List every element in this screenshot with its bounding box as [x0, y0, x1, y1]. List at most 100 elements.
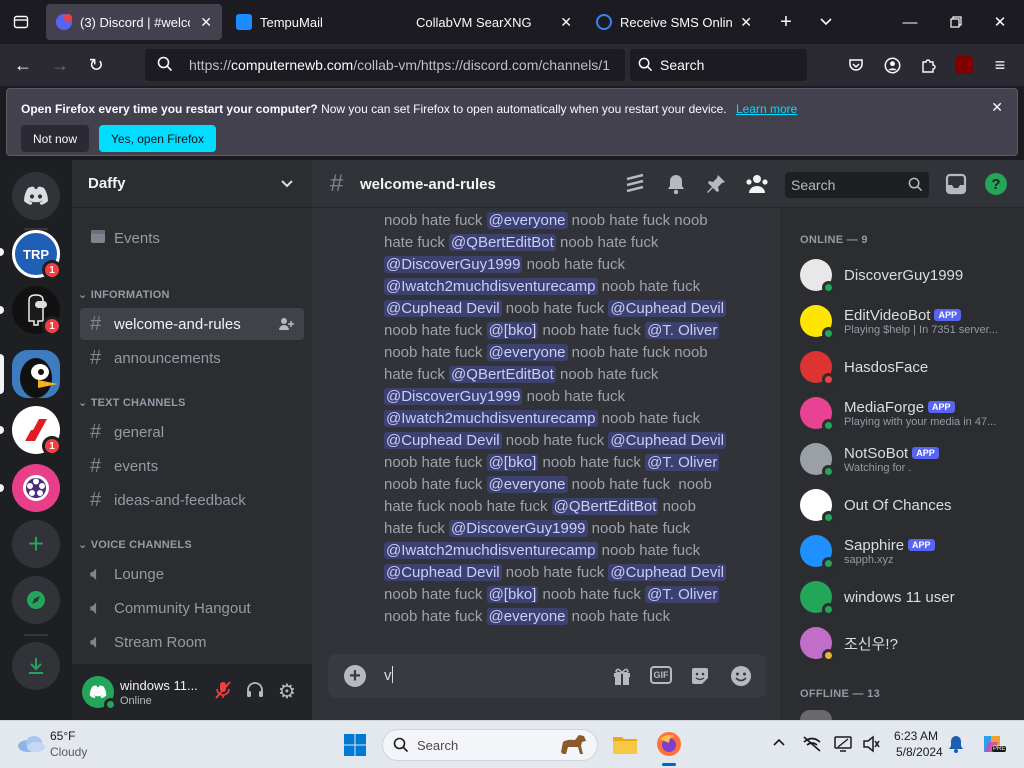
download-apps-button[interactable] — [12, 642, 60, 690]
user-mention[interactable]: @everyone — [486, 476, 568, 493]
voice-channel-stream-room[interactable]: 🔈︎ Stream Room — [80, 626, 304, 658]
copilot-icon[interactable]: PRE — [980, 732, 1007, 761]
user-mention[interactable]: @Iwatch2muchdisventurecamp — [384, 410, 598, 427]
events-link[interactable]: Events — [80, 222, 304, 254]
user-mention[interactable]: @[bko] — [486, 454, 539, 471]
user-mention[interactable]: @Cuphead Devil — [608, 432, 726, 449]
network-disconnected-icon[interactable] — [802, 735, 822, 758]
user-mention[interactable]: @DiscoverGuy1999 — [449, 520, 588, 537]
add-server-button[interactable]: + — [12, 520, 60, 568]
user-mention[interactable]: @Cuphead Devil — [384, 432, 502, 449]
user-mention[interactable]: @everyone — [486, 608, 568, 625]
not-now-button[interactable]: Not now — [21, 125, 90, 152]
category-text-channels[interactable]: ⌄ TEXT CHANNELS — [78, 396, 186, 409]
user-mention[interactable]: @everyone — [486, 212, 568, 229]
user-mention[interactable]: @Iwatch2muchdisventurecamp — [384, 278, 598, 295]
account-icon[interactable] — [877, 50, 907, 80]
notification-bell-icon[interactable] — [948, 735, 964, 758]
yes-open-firefox-button[interactable]: Yes, open Firefox — [99, 125, 216, 152]
browser-search-bar[interactable]: Search — [630, 49, 807, 81]
member-item[interactable]: Out Of Chances — [788, 484, 1018, 526]
user-mention[interactable]: @QBertEditBot — [449, 234, 556, 251]
user-mention[interactable]: @Cuphead Devil — [608, 300, 726, 317]
sound-muted-icon[interactable] — [862, 735, 880, 758]
user-mention[interactable]: @everyone — [486, 344, 568, 361]
close-tab-icon[interactable]: ✕ — [554, 14, 572, 31]
mute-mic-icon[interactable] — [214, 680, 232, 705]
user-mention[interactable]: @T. Oliver — [645, 586, 720, 603]
channel-announcements[interactable]: # announcements — [80, 342, 304, 374]
member-item[interactable]: NotSoBot APP Watching for . — [788, 438, 1018, 480]
tab-tempumail[interactable]: TempuMail — [226, 4, 402, 40]
member-item[interactable]: MediaForge APP Playing with your media in … — [788, 392, 1018, 434]
user-mention[interactable]: @Cuphead Devil — [384, 564, 502, 581]
headphones-icon[interactable] — [246, 681, 264, 704]
channel-ideas-and-feedback[interactable]: # ideas-and-feedback — [80, 484, 304, 516]
tab-receive-sms[interactable]: Receive SMS Online - SMS ✕ — [586, 4, 762, 40]
reload-icon[interactable]: ↻ — [81, 50, 111, 80]
category-voice-channels[interactable]: ⌄ VOICE CHANNELS — [78, 538, 192, 551]
user-mention[interactable]: @QBertEditBot — [449, 366, 556, 383]
close-window-icon[interactable]: ✕ — [980, 8, 1020, 36]
extensions-puzzle-icon[interactable] — [913, 50, 943, 80]
user-mention[interactable]: @Cuphead Devil — [608, 564, 726, 581]
tab-overview-icon[interactable] — [6, 7, 36, 37]
user-avatar[interactable] — [82, 676, 117, 711]
firefox-taskbar-icon[interactable] — [656, 731, 682, 766]
windows-start-icon[interactable] — [343, 733, 367, 762]
inbox-icon[interactable] — [945, 173, 967, 200]
emoji-icon[interactable] — [730, 665, 752, 692]
server-daffy[interactable] — [12, 350, 60, 398]
new-tab-plus-icon[interactable]: + — [766, 8, 806, 36]
url-bar[interactable]: https://computernewb.com/collab-vm/https… — [145, 49, 625, 81]
maximize-window-icon[interactable] — [936, 8, 976, 36]
message-input[interactable]: v — [384, 666, 584, 686]
member-item[interactable]: Sapphire APP sapph.xyz — [788, 530, 1018, 572]
close-tab-icon[interactable]: ✕ — [734, 14, 752, 31]
file-explorer-icon[interactable] — [612, 733, 638, 760]
user-mention[interactable]: @Iwatch2muchdisventurecamp — [384, 542, 598, 559]
discord-home-button[interactable] — [12, 172, 60, 220]
user-settings-gear-icon[interactable]: ⚙ — [278, 679, 296, 704]
message-composer[interactable]: + v GIF — [328, 654, 766, 698]
notification-bell-icon[interactable] — [665, 173, 687, 200]
member-item[interactable]: EditVideoBot APP Playing $help | In 7351 s… — [788, 300, 1018, 342]
ublock-origin-icon[interactable] — [949, 50, 979, 80]
close-notification-icon[interactable]: ✕ — [991, 99, 1003, 116]
tab-discord[interactable]: (3) Discord | #welcome-and-rules ✕ — [46, 4, 222, 40]
minimize-window-icon[interactable]: — — [890, 8, 930, 36]
channel-welcome-and-rules[interactable]: # welcome-and-rules — [80, 308, 304, 340]
weather-cloud-icon[interactable] — [16, 732, 46, 759]
threads-icon[interactable] — [624, 173, 646, 200]
explore-servers-button[interactable] — [12, 576, 60, 624]
weather-temp[interactable]: 65°F — [50, 729, 75, 743]
member-item[interactable]: DiscoverGuy1999 — [788, 254, 1018, 296]
server-film[interactable] — [12, 464, 60, 512]
pinned-messages-icon[interactable] — [705, 173, 727, 200]
channel-general[interactable]: # general — [80, 416, 304, 448]
list-all-tabs-chevron-icon[interactable] — [806, 8, 846, 36]
display-icon[interactable] — [834, 735, 852, 758]
user-mention[interactable]: @DiscoverGuy1999 — [384, 388, 523, 405]
close-tab-icon[interactable]: ✕ — [194, 14, 212, 31]
user-mention[interactable]: @QBertEditBot — [551, 498, 659, 515]
user-mention[interactable]: @T. Oliver — [645, 454, 720, 471]
sticker-icon[interactable] — [690, 666, 710, 691]
forward-arrow-icon[interactable]: → — [45, 50, 75, 80]
member-item[interactable]: HasdosFace — [788, 346, 1018, 388]
user-mention[interactable]: @[bko] — [486, 586, 539, 603]
pocket-icon[interactable] — [841, 50, 871, 80]
voice-channel-lounge[interactable]: 🔈︎ Lounge — [80, 558, 304, 590]
member-list-icon[interactable] — [745, 173, 769, 200]
show-hidden-icons-chevron[interactable] — [772, 735, 786, 754]
user-mention[interactable]: @[bko] — [486, 322, 539, 339]
gif-icon[interactable]: GIF — [650, 666, 672, 684]
taskbar-search-box[interactable]: Search — [382, 729, 598, 761]
attach-plus-icon[interactable]: + — [344, 665, 366, 687]
learn-more-link[interactable]: Learn more — [736, 102, 797, 116]
hamburger-menu-icon[interactable]: ≡ — [985, 50, 1015, 80]
help-icon[interactable]: ? — [985, 173, 1007, 195]
back-arrow-icon[interactable]: ← — [8, 50, 38, 80]
voice-channel-community-hangout[interactable]: 🔈︎ Community Hangout — [80, 592, 304, 624]
user-mention[interactable]: @Cuphead Devil — [384, 300, 502, 317]
